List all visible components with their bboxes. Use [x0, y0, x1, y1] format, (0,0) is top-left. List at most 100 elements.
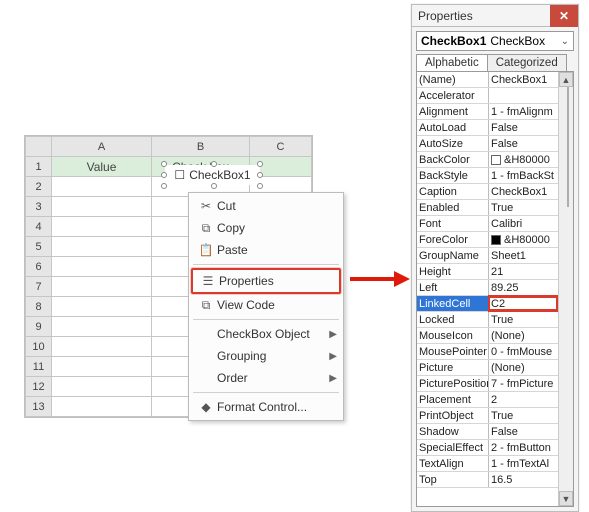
menu-properties[interactable]: ☰Properties [191, 268, 341, 294]
property-grid[interactable]: (Name)CheckBox1AcceleratorAlignment1 - f… [417, 72, 558, 506]
property-value[interactable]: 1 - fmAlignm [489, 104, 558, 119]
property-row[interactable]: (Name)CheckBox1 [417, 72, 558, 88]
row-header-13[interactable]: 13 [26, 397, 52, 417]
property-value[interactable]: 2 [489, 392, 558, 407]
property-value[interactable]: 1 - fmTextAl [489, 456, 558, 471]
property-value[interactable]: (None) [489, 360, 558, 375]
row-header-3[interactable]: 3 [26, 197, 52, 217]
col-header-A[interactable]: A [52, 137, 152, 157]
property-value[interactable]: 7 - fmPicture [489, 376, 558, 391]
property-value[interactable]: False [489, 424, 558, 439]
property-value[interactable]: True [489, 312, 558, 327]
resize-handle[interactable] [161, 172, 167, 178]
col-header-B[interactable]: B [152, 137, 250, 157]
select-all-corner[interactable] [26, 137, 52, 157]
property-row[interactable]: ShadowFalse [417, 424, 558, 440]
tab-categorized[interactable]: Categorized [487, 54, 567, 71]
property-value[interactable]: Calibri [489, 216, 558, 231]
property-row[interactable]: Alignment1 - fmAlignm [417, 104, 558, 120]
property-value[interactable]: &H80000 [489, 232, 558, 247]
property-value[interactable]: 21 [489, 264, 558, 279]
property-row[interactable]: Height21 [417, 264, 558, 280]
menu-paste[interactable]: 📋Paste [191, 239, 341, 261]
property-row[interactable]: AutoLoadFalse [417, 120, 558, 136]
row-header-12[interactable]: 12 [26, 377, 52, 397]
property-value[interactable]: Sheet1 [489, 248, 558, 263]
property-value[interactable]: CheckBox1 [489, 72, 558, 87]
property-value[interactable]: CheckBox1 [489, 184, 558, 199]
object-selector[interactable]: CheckBox1 CheckBox ⌄ [416, 31, 574, 51]
menu-view-code[interactable]: ⧉View Code [191, 294, 341, 316]
property-value[interactable]: 16.5 [489, 472, 558, 487]
row-header-6[interactable]: 6 [26, 257, 52, 277]
property-row[interactable]: SpecialEffect2 - fmButton [417, 440, 558, 456]
property-row[interactable]: LinkedCellC2 [417, 296, 558, 312]
property-name: BackColor [417, 152, 489, 167]
resize-handle[interactable] [161, 161, 167, 167]
menu-cut[interactable]: ✂Cut [191, 195, 341, 217]
property-row[interactable]: ForeColor&H80000 [417, 232, 558, 248]
row-header-5[interactable]: 5 [26, 237, 52, 257]
property-row[interactable]: CaptionCheckBox1 [417, 184, 558, 200]
resize-handle[interactable] [257, 172, 263, 178]
property-row[interactable]: GroupNameSheet1 [417, 248, 558, 264]
row-header-1[interactable]: 1 [26, 157, 52, 177]
scroll-thumb[interactable] [567, 87, 569, 207]
property-row[interactable]: Left89.25 [417, 280, 558, 296]
property-row[interactable]: FontCalibri [417, 216, 558, 232]
property-value[interactable]: 0 - fmMouse [489, 344, 558, 359]
property-row[interactable]: TextAlign1 - fmTextAl [417, 456, 558, 472]
property-row[interactable]: AutoSizeFalse [417, 136, 558, 152]
property-row[interactable]: Accelerator [417, 88, 558, 104]
row-header-11[interactable]: 11 [26, 357, 52, 377]
property-row[interactable]: BackStyle1 - fmBackSt [417, 168, 558, 184]
resize-handle[interactable] [211, 183, 217, 189]
tab-alphabetic[interactable]: Alphabetic [416, 54, 488, 71]
property-value[interactable]: False [489, 120, 558, 135]
property-row[interactable]: MouseIcon(None) [417, 328, 558, 344]
property-value[interactable]: True [489, 408, 558, 423]
row-header-8[interactable]: 8 [26, 297, 52, 317]
property-row[interactable]: Picture(None) [417, 360, 558, 376]
property-row[interactable]: Top16.5 [417, 472, 558, 488]
checkbox-control[interactable]: ☐CheckBox1 [165, 165, 260, 185]
resize-handle[interactable] [257, 183, 263, 189]
scroll-down-button[interactable]: ▼ [559, 491, 573, 506]
property-name: GroupName [417, 248, 489, 263]
row-header-10[interactable]: 10 [26, 337, 52, 357]
property-value[interactable] [489, 88, 558, 103]
row-header-9[interactable]: 9 [26, 317, 52, 337]
row-header-7[interactable]: 7 [26, 277, 52, 297]
resize-handle[interactable] [161, 183, 167, 189]
menu-order[interactable]: Order▶ [191, 367, 341, 389]
property-row[interactable]: MousePointer0 - fmMouse [417, 344, 558, 360]
menu-grouping[interactable]: Grouping▶ [191, 345, 341, 367]
cell-A2[interactable] [52, 177, 152, 197]
menu-format-control[interactable]: ◆Format Control... [191, 396, 341, 418]
scroll-up-button[interactable]: ▲ [559, 72, 573, 87]
property-value[interactable]: &H80000 [489, 152, 558, 167]
property-row[interactable]: PrintObjectTrue [417, 408, 558, 424]
property-row[interactable]: BackColor&H80000 [417, 152, 558, 168]
row-header-4[interactable]: 4 [26, 217, 52, 237]
property-row[interactable]: EnabledTrue [417, 200, 558, 216]
menu-copy[interactable]: ⧉Copy [191, 217, 341, 239]
resize-handle[interactable] [211, 161, 217, 167]
scrollbar-vertical[interactable]: ▲ ▼ [558, 72, 573, 506]
col-header-C[interactable]: C [250, 137, 312, 157]
property-value[interactable]: 2 - fmButton [489, 440, 558, 455]
property-value[interactable]: True [489, 200, 558, 215]
property-value[interactable]: C2 [489, 296, 558, 311]
property-row[interactable]: LockedTrue [417, 312, 558, 328]
property-value[interactable]: 1 - fmBackSt [489, 168, 558, 183]
close-button[interactable]: ✕ [550, 5, 578, 27]
row-header-2[interactable]: 2 [26, 177, 52, 197]
cell-A1[interactable]: Value [52, 157, 152, 177]
property-row[interactable]: PicturePosition7 - fmPicture [417, 376, 558, 392]
resize-handle[interactable] [257, 161, 263, 167]
menu-checkbox-object[interactable]: CheckBox Object▶ [191, 323, 341, 345]
property-value[interactable]: (None) [489, 328, 558, 343]
property-value[interactable]: 89.25 [489, 280, 558, 295]
property-value[interactable]: False [489, 136, 558, 151]
property-row[interactable]: Placement2 [417, 392, 558, 408]
